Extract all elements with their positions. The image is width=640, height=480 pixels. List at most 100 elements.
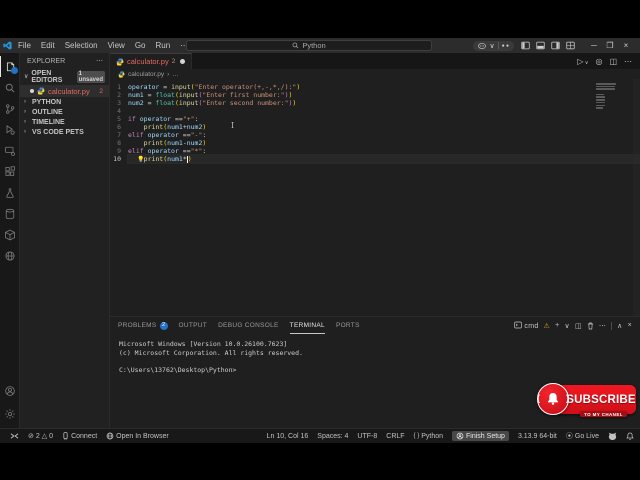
run-config-icon[interactable]: ◎	[595, 57, 602, 66]
explorer-sections: › PYTHON › OUTLINE › TIMELINE › VS CODE …	[20, 97, 109, 137]
vscode-logo-icon	[0, 41, 14, 50]
copilot-button[interactable]: ∨ ● ●	[473, 40, 514, 51]
menu-item[interactable]: Edit	[37, 41, 59, 50]
breadcrumb[interactable]: calculator.py › …	[110, 69, 640, 79]
globe-icon	[106, 432, 114, 440]
close-button[interactable]: ×	[618, 41, 634, 50]
python-interpreter[interactable]: 3.13.9 64-bit	[518, 433, 557, 440]
close-panel-icon[interactable]: ×	[628, 322, 632, 329]
code-line[interactable]: 1 operator = input("Enter operator(+,-,*,…	[110, 83, 640, 91]
problems-status[interactable]: ⊘ 2 △ 0	[28, 432, 53, 441]
maximize-button[interactable]: ❐	[602, 41, 618, 50]
account-icon[interactable]	[0, 380, 20, 401]
explorer-more-icon[interactable]: ⋯	[96, 57, 103, 65]
toggle-panel-icon[interactable]	[536, 41, 545, 50]
code-line[interactable]: 2 num1 = float(input("Enter first number:…	[110, 91, 640, 99]
code-line[interactable]: 10 💡 print(num1*)	[110, 154, 640, 164]
customize-layout-icon[interactable]	[566, 41, 575, 50]
lightbulb-icon[interactable]: 💡	[137, 156, 144, 163]
explorer-icon[interactable]	[0, 56, 20, 77]
code-line[interactable]: 3 num2 = float(input("Enter second number…	[110, 99, 640, 107]
terminal-line: C:\Users\13762\Desktop\Python>	[119, 365, 237, 374]
search-sidebar-icon[interactable]	[0, 77, 20, 98]
line-number: 10	[113, 155, 121, 163]
cursor-position[interactable]: Ln 10, Col 16	[267, 433, 309, 440]
menu-item[interactable]: Go	[131, 41, 150, 50]
tab-calculator[interactable]: calculator.py 2	[110, 53, 193, 69]
open-editor-filename: calculator.py	[48, 86, 90, 96]
panel-tab-terminal[interactable]: TERMINAL	[290, 317, 325, 334]
source-control-icon[interactable]	[0, 98, 20, 119]
finish-setup-button[interactable]: Finish Setup	[452, 431, 509, 441]
breadcrumb-more: …	[172, 70, 179, 78]
notifications-bell[interactable]	[626, 432, 634, 440]
toggle-secondary-sidebar-icon[interactable]	[551, 41, 560, 50]
split-editor-icon[interactable]: ◫	[609, 57, 617, 66]
activity-bar	[0, 53, 20, 428]
database-icon[interactable]	[0, 203, 20, 224]
maximize-panel-icon[interactable]: ∧	[617, 322, 622, 330]
modified-dot-icon[interactable]	[180, 59, 186, 64]
terminal-line: Microsoft Windows [Version 10.0.26100.76…	[119, 340, 288, 348]
run-debug-icon[interactable]	[0, 119, 20, 140]
code-editor[interactable]: 1 operator = input("Enter operator(+,-,*,…	[110, 79, 640, 316]
terminal-profile-chevron-icon[interactable]: ∨	[565, 322, 570, 330]
panel-tab-debug-console[interactable]: DEBUG CONSOLE	[218, 317, 279, 334]
code-line[interactable]: 9 elif operator =="*":	[110, 147, 640, 155]
explorer-section[interactable]: › VS CODE PETS	[20, 127, 109, 137]
explorer-section[interactable]: › OUTLINE	[20, 107, 109, 117]
explorer-section[interactable]: › PYTHON	[20, 97, 109, 107]
kill-terminal-icon[interactable]	[587, 322, 594, 330]
open-in-browser-button[interactable]: Open In Browser	[106, 432, 169, 440]
settings-gear-icon[interactable]	[0, 403, 20, 424]
chevron-right-icon: ›	[24, 99, 26, 105]
minimap[interactable]	[596, 83, 616, 110]
command-center-search[interactable]: Python	[186, 40, 432, 51]
indentation[interactable]: Spaces: 4	[317, 433, 348, 440]
eol-sequence[interactable]: CRLF	[386, 433, 404, 440]
section-label: OUTLINE	[32, 108, 63, 116]
subscribe-subtitle: TO MY CHANEL	[580, 411, 627, 417]
editor-scrollbar[interactable]	[633, 79, 640, 316]
python-file-icon	[37, 87, 45, 95]
run-button[interactable]: ▷ ∨	[577, 57, 588, 66]
panel-more-icon[interactable]: ⋯	[599, 322, 606, 330]
code-line[interactable]: 8 print(num1-num2)	[110, 139, 640, 147]
open-editor-item-calculator[interactable]: calculator.py 2	[20, 85, 109, 97]
toggle-sidebar-icon[interactable]	[521, 41, 530, 50]
panel-tab-problems[interactable]: PROBLEMS 2	[118, 317, 168, 334]
terminal-warning-icon[interactable]: ⚠	[544, 322, 551, 330]
code-line[interactable]: 5 if operator =="+":	[110, 115, 640, 123]
menu-item[interactable]: View	[104, 41, 129, 50]
globe-extension-icon[interactable]	[0, 245, 20, 266]
extensions-icon[interactable]	[0, 161, 20, 182]
subscribe-overlay[interactable]: SUBSCRIBE TO MY CHANEL ( )	[534, 382, 636, 420]
remote-explorer-icon[interactable]	[0, 140, 20, 161]
menu-item[interactable]: Run	[151, 41, 174, 50]
open-editors-header[interactable]: ∨ OPEN EDITORS 1 unsaved	[20, 68, 109, 85]
split-terminal-icon[interactable]: ◫	[575, 322, 582, 330]
minimize-button[interactable]: ─	[586, 41, 602, 50]
package-icon[interactable]	[0, 224, 20, 245]
go-live-button[interactable]: ⦿ Go Live	[566, 431, 599, 441]
pets-status-icon[interactable]	[608, 432, 617, 440]
explorer-section[interactable]: › TIMELINE	[20, 117, 109, 127]
more-actions-icon[interactable]: ⋯	[624, 57, 632, 66]
menu-item[interactable]: File	[14, 41, 35, 50]
code-line[interactable]: 4	[110, 107, 640, 115]
mouse-cursor: I	[231, 121, 235, 130]
menu-item[interactable]: Selection	[61, 41, 102, 50]
new-terminal-icon[interactable]: +	[555, 322, 559, 329]
terminal-profile[interactable]: cmd	[514, 321, 538, 330]
testing-icon[interactable]	[0, 182, 20, 203]
panel-tab-output[interactable]: OUTPUT	[179, 317, 208, 334]
code-line[interactable]: 7 elif operator =="-":	[110, 131, 640, 139]
connect-button[interactable]: Connect	[62, 432, 97, 440]
panel-tab-ports[interactable]: PORTS	[336, 317, 360, 334]
encoding[interactable]: UTF-8	[357, 433, 377, 440]
code-line[interactable]: 6 print(num1+num2)	[110, 123, 640, 131]
letterbox-top	[0, 0, 640, 38]
language-mode[interactable]: { } Python	[414, 433, 443, 440]
remote-indicator[interactable]	[10, 432, 19, 440]
line-number: 9	[117, 147, 121, 155]
